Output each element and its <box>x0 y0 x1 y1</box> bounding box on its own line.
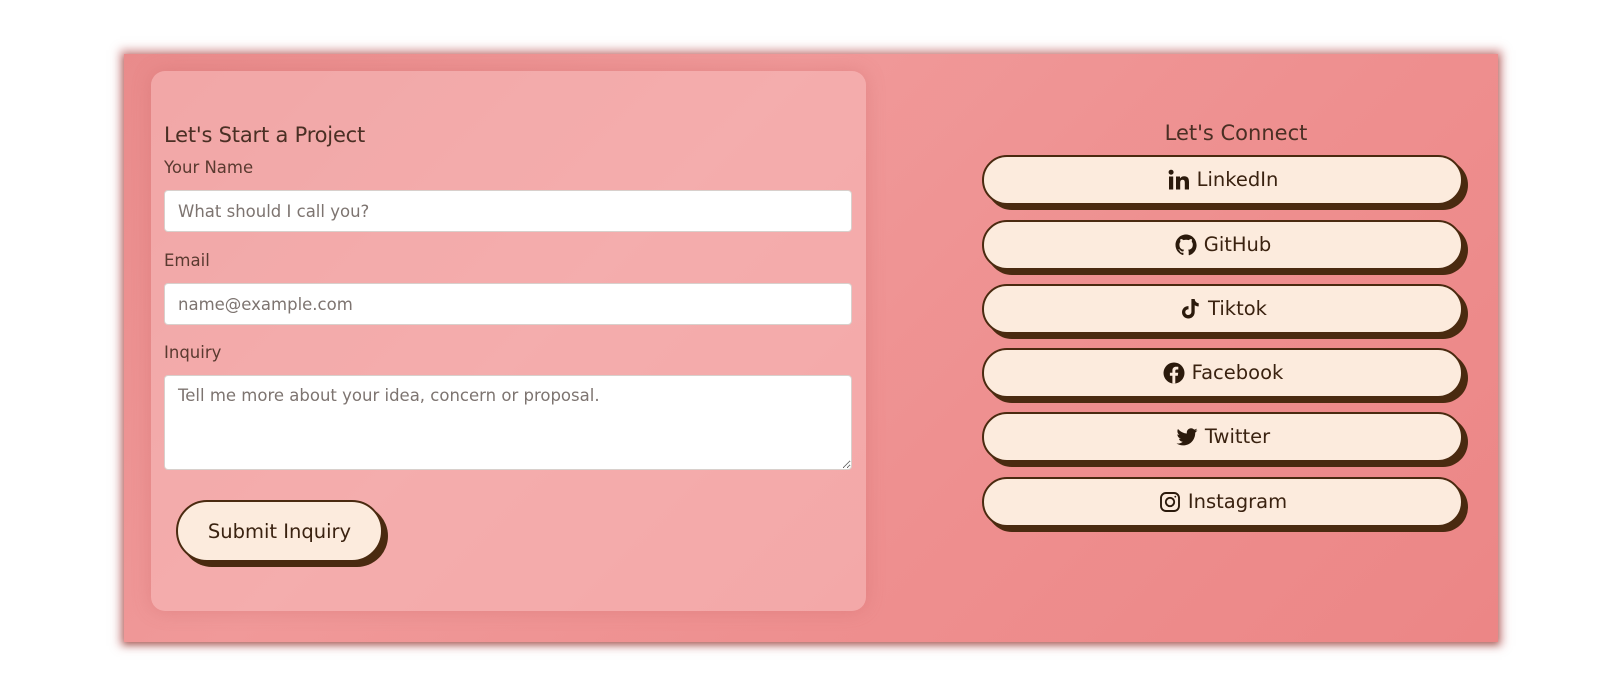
github-button[interactable]: GitHub <box>982 220 1463 270</box>
tiktok-label: Tiktok <box>1208 297 1267 321</box>
linkedin-icon <box>1167 168 1191 192</box>
tiktok-button[interactable]: Tiktok <box>982 284 1463 334</box>
facebook-label: Facebook <box>1191 361 1284 385</box>
instagram-button[interactable]: Instagram <box>982 477 1463 527</box>
tiktok-icon <box>1178 297 1202 321</box>
linkedin-button[interactable]: LinkedIn <box>982 155 1463 205</box>
linkedin-label: LinkedIn <box>1196 168 1279 192</box>
instagram-label: Instagram <box>1187 490 1288 514</box>
inquiry-textarea[interactable] <box>164 375 852 470</box>
name-input[interactable] <box>164 190 852 232</box>
facebook-button[interactable]: Facebook <box>982 348 1463 398</box>
contact-form: Let's Start a Project Your Name Email In… <box>151 71 866 611</box>
inquiry-label: Inquiry <box>164 343 222 362</box>
submit-inquiry-button[interactable]: Submit Inquiry <box>176 500 383 562</box>
email-label: Email <box>164 251 210 270</box>
instagram-icon <box>1158 490 1182 514</box>
github-label: GitHub <box>1203 233 1272 257</box>
form-title: Let's Start a Project <box>164 123 366 147</box>
email-input[interactable] <box>164 283 852 325</box>
contact-section: Let's Start a Project Your Name Email In… <box>124 54 1498 642</box>
twitter-button[interactable]: Twitter <box>982 412 1463 462</box>
twitter-label: Twitter <box>1204 425 1271 449</box>
name-label: Your Name <box>164 158 254 177</box>
connect-title: Let's Connect <box>1164 121 1308 145</box>
facebook-icon <box>1162 361 1186 385</box>
github-icon <box>1174 233 1198 257</box>
twitter-icon <box>1175 425 1199 449</box>
